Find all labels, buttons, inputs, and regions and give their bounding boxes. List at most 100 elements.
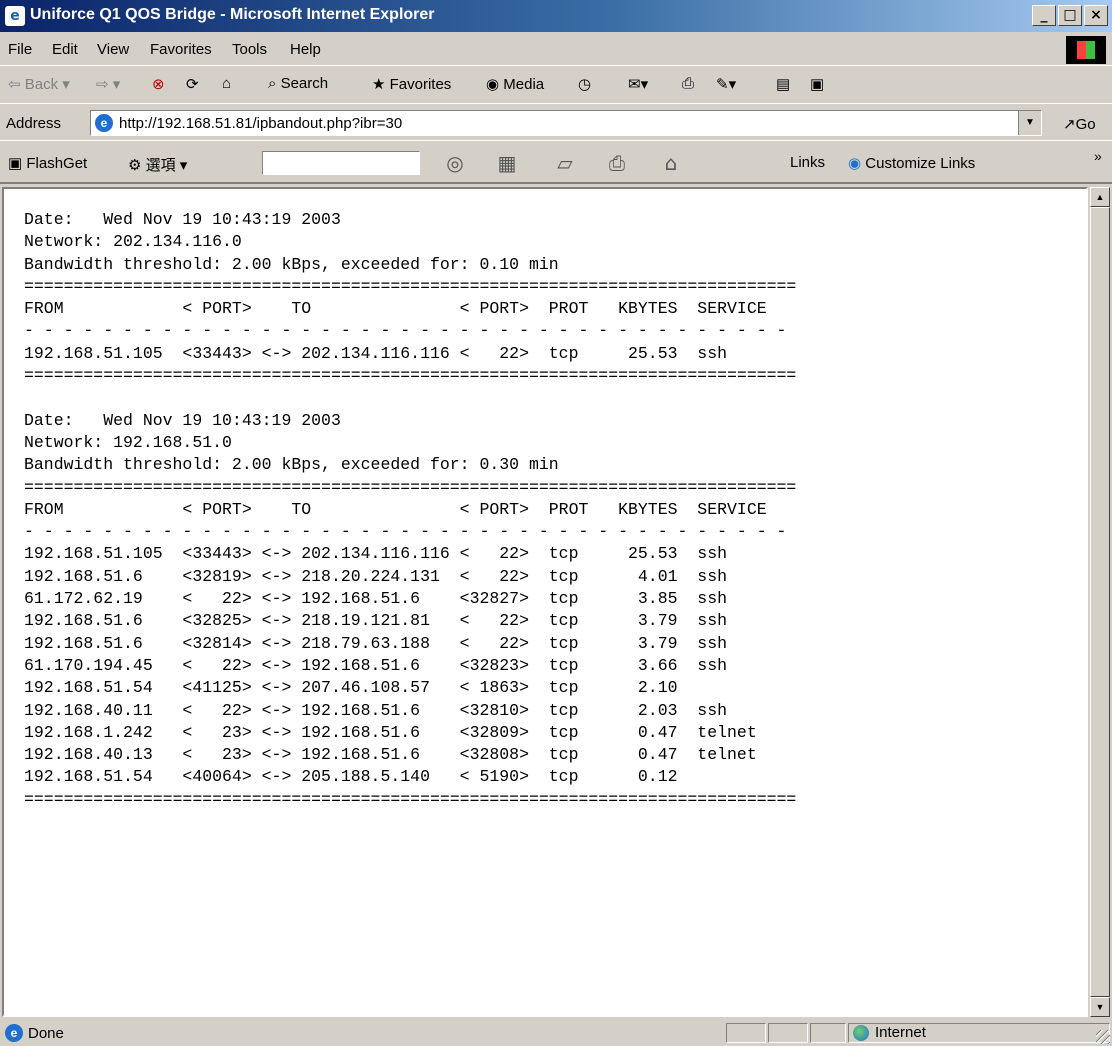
home-icon[interactable]: ⌂ [222,75,231,92]
report-date: Date: Wed Nov 19 10:43:19 2003 [24,210,341,229]
history-icon[interactable]: ◷ [578,75,591,93]
refresh-icon[interactable]: ⟳ [186,75,199,93]
go-button[interactable]: ↗Go [1063,115,1096,133]
flashget-icon: ▣ [8,155,23,172]
address-bar: Address e http://192.168.51.81/ipbandout… [0,105,1112,141]
status-page-icon: e [5,1024,23,1042]
table-row: 192.168.51.105 <33443> <-> 202.134.116.1… [24,343,728,363]
status-panel [810,1023,846,1043]
separator-double: ========================================… [24,789,797,809]
table-row: 192.168.51.54 <40064> <-> 205.188.5.140 … [24,767,678,787]
report-threshold: Bandwidth threshold: 2.00 kBps, exceeded… [24,455,559,475]
back-arrow-icon: ⇦ [8,76,21,93]
table-row: 61.170.194.45 < 22> <-> 192.168.51.6 <32… [24,655,728,675]
address-dropdown-icon[interactable]: ▼ [1018,111,1041,135]
links-label[interactable]: Links [790,154,825,171]
media-button[interactable]: ◉ Media [486,75,544,93]
report-network: Network: 192.168.51.0 [24,432,232,452]
ie-icon[interactable]: e [5,6,25,26]
table-row: 192.168.1.242 < 23> <-> 192.168.51.6 <32… [24,722,757,742]
flashget-button[interactable]: ▣ FlashGet [8,154,87,172]
star-icon: ★ [372,76,386,93]
report-network: Network: 202.134.116.0 [24,232,242,252]
favorites-button[interactable]: ★ Favorites [372,75,451,93]
table-row: 61.172.62.19 < 22> <-> 192.168.51.6 <328… [24,589,728,609]
separator-double: ========================================… [24,366,797,386]
menu-tools[interactable]: Tools [232,41,267,58]
scroll-down-button[interactable]: ▼ [1090,997,1110,1017]
report-threshold: Bandwidth threshold: 2.00 kBps, exceeded… [24,254,559,274]
flashget-input[interactable] [262,151,420,175]
window-title: Uniforce Q1 QOS Bridge - Microsoft Inter… [30,6,435,23]
minimize-button[interactable]: _ [1032,5,1056,26]
links-toolbar: ▣ FlashGet ⚙ 選項 ▾ ◎ ▦ ▱ ⎙ ⌂ Links ◉ Cust… [0,142,1112,184]
ie-page-icon: ◉ [848,155,862,172]
standard-toolbar: ⇦ Back ▾ ⇨ ▾ ⊗ ⟳ ⌂ ⌕ Search ★ Favorites … [0,67,1112,104]
resize-grip[interactable] [1096,1030,1110,1044]
report-date: Date: Wed Nov 19 10:43:19 2003 [24,410,341,430]
edit-icon[interactable]: ✎▾ [716,75,736,93]
table-row: 192.168.51.6 <32819> <-> 218.20.224.131 … [24,566,728,586]
table-row: 192.168.40.13 < 23> <-> 192.168.51.6 <32… [24,745,757,765]
messenger-icon[interactable]: ▣ [810,75,824,93]
scroll-thumb[interactable] [1090,207,1110,997]
table-header: FROM < PORT> TO < PORT> PROT KBYTES SERV… [24,299,767,319]
back-button[interactable]: ⇦ Back ▾ [8,75,70,93]
menu-help[interactable]: Help [290,41,321,58]
status-text: Done [28,1025,64,1042]
stop-icon[interactable]: ⊗ [152,75,165,93]
scroll-up-button[interactable]: ▲ [1090,187,1110,207]
close-button[interactable]: × [1084,5,1108,26]
bandwidth-report: Date: Wed Nov 19 10:43:19 2003 Network: … [24,209,796,811]
window-controls: _ □ × [1032,5,1108,26]
search-button[interactable]: ⌕ Search [268,75,328,92]
forward-arrow-icon: ⇨ [96,76,109,93]
page-icon: e [95,114,113,132]
folder-icon[interactable]: ▱ [552,151,578,175]
grid-icon[interactable]: ▦ [494,151,520,175]
options-button[interactable]: ⚙ 選項 ▾ [128,154,187,175]
separator-dashed: - - - - - - - - - - - - - - - - - - - - … [24,522,787,542]
search-icon: ⌕ [268,75,277,92]
table-row: 192.168.51.6 <32814> <-> 218.79.63.188 <… [24,633,728,653]
table-row: 192.168.51.54 <41125> <-> 207.46.108.57 … [24,678,678,698]
windows-logo-icon [1066,36,1106,64]
table-row: 192.168.40.11 < 22> <-> 192.168.51.6 <32… [24,700,728,720]
separator-double: ========================================… [24,276,797,296]
address-input[interactable]: e http://192.168.51.81/ipbandout.php?ibr… [90,110,1042,136]
title-bar: e Uniforce Q1 QOS Bridge - Microsoft Int… [0,0,1112,32]
print-icon[interactable]: ⎙ [682,75,694,92]
table-row: 192.168.51.6 <32825> <-> 218.19.121.81 <… [24,611,728,631]
options-icon: ⚙ [128,157,142,174]
separator-dashed: - - - - - - - - - - - - - - - - - - - - … [24,321,787,341]
discuss-icon[interactable]: ▤ [776,75,790,93]
forward-button[interactable]: ⇨ ▾ [96,75,120,93]
address-url[interactable]: http://192.168.51.81/ipbandout.php?ibr=3… [119,115,402,132]
go-arrow-icon: ↗ [1063,116,1076,133]
status-bar: e Done Internet [0,1020,1112,1046]
status-panel [768,1023,808,1043]
separator-double: ========================================… [24,477,797,497]
zone-text: Internet [875,1024,926,1041]
menu-edit[interactable]: Edit [52,41,78,58]
media-icon: ◉ [486,76,500,93]
page-content: Date: Wed Nov 19 10:43:19 2003 Network: … [2,187,1088,1017]
find-icon[interactable]: ◎ [442,151,468,175]
zone-panel: Internet [848,1023,1110,1043]
mail-icon[interactable]: ✉▾ [628,75,648,93]
address-label: Address [6,115,62,132]
menu-bar: File Edit View Favorites Tools Help [0,33,1112,66]
customize-links-button[interactable]: ◉ Customize Links [848,154,975,172]
maximize-button[interactable]: □ [1058,5,1082,26]
menu-view[interactable]: View [97,41,129,58]
status-panel [726,1023,766,1043]
printer-icon[interactable]: ⎙ [604,151,630,175]
vertical-scrollbar[interactable]: ▲ ▼ [1090,187,1110,1017]
internet-globe-icon [853,1025,869,1041]
more-chevron-icon[interactable]: » [1094,148,1102,164]
menu-favorites[interactable]: Favorites [150,41,212,58]
table-row: 192.168.51.105 <33443> <-> 202.134.116.1… [24,544,728,564]
menu-file[interactable]: File [8,41,32,58]
house-icon[interactable]: ⌂ [658,151,684,175]
table-header: FROM < PORT> TO < PORT> PROT KBYTES SERV… [24,499,767,519]
